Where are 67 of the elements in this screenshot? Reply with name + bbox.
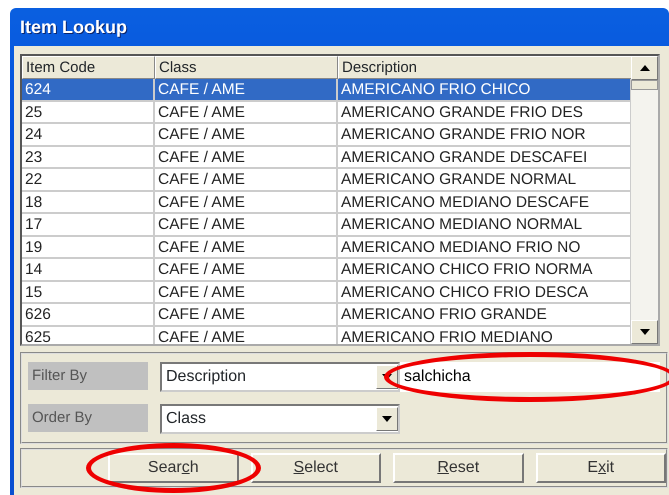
dialog-button[interactable]: Reset: [393, 453, 524, 483]
dropdown[interactable]: Class: [160, 404, 400, 434]
column-header[interactable]: Item Code: [22, 56, 155, 79]
table-cell: 14: [25, 261, 42, 278]
down-arrow-icon: [640, 329, 650, 335]
scroll-thumb[interactable]: [631, 80, 658, 90]
table-cell: AMERICANO GRANDE FRIO DES: [341, 104, 583, 120]
dialog-button[interactable]: Search: [108, 453, 238, 483]
table-row[interactable]: 17 CAFE / AME AMERICANO MEDIANO NORMAL: [22, 214, 632, 236]
table-cell: AMERICANO GRANDE FRIO NOR: [341, 126, 586, 143]
table-cell: 18: [25, 194, 42, 210]
caret-icon: [382, 416, 392, 422]
table-cell: AMERICANO MEDIANO NORMAL: [341, 216, 582, 233]
table-cell: 25: [25, 104, 42, 120]
table-row[interactable]: 22 CAFE / AME AMERICANO GRANDE NORMAL: [22, 169, 632, 192]
table-cell: AMERICANO FRIO GRANDE: [341, 306, 547, 323]
dropdown-button[interactable]: [376, 407, 398, 431]
table-row[interactable]: 24 CAFE / AME AMERICANO GRANDE FRIO NOR: [22, 124, 632, 146]
table-cell: CAFE / AME: [158, 81, 245, 98]
table-cell: CAFE / AME: [158, 126, 245, 143]
table-cell: AMERICANO GRANDE NORMAL: [341, 171, 576, 188]
table-row[interactable]: 18 CAFE / AME AMERICANO MEDIANO DESCAFE: [22, 192, 632, 214]
table-row[interactable]: 14 CAFE / AME AMERICANO CHICO FRIO NORMA: [22, 259, 632, 282]
dialog-button[interactable]: Exit: [536, 453, 666, 483]
table-cell: 22: [25, 171, 42, 188]
table-cell: AMERICANO MEDIANO FRIO NO: [341, 238, 580, 256]
table-cell: 17: [25, 216, 42, 233]
field-label: Order By: [28, 404, 148, 432]
window-title: Item Lookup: [19, 16, 128, 39]
table-cell: AMERICANO GRANDE DESCAFEI: [341, 148, 588, 166]
table-cell: 24: [25, 126, 42, 143]
table-cell: CAFE / AME: [158, 261, 245, 278]
table-cell: 19: [25, 238, 42, 256]
table-cell: 15: [25, 284, 42, 300]
table-cell: CAFE / AME: [158, 238, 245, 256]
table-cell: CAFE / AME: [158, 194, 245, 210]
table-cell: AMERICANO CHICO FRIO DESCA: [341, 284, 588, 300]
table-row[interactable]: 23 CAFE / AME AMERICANO GRANDE DESCAFEI: [22, 146, 632, 169]
scroll-down-button[interactable]: [631, 320, 658, 344]
scroll-up-button[interactable]: [631, 56, 658, 80]
table-row[interactable]: 25 CAFE / AME AMERICANO GRANDE FRIO DES: [22, 102, 632, 124]
table-row[interactable]: 15 CAFE / AME AMERICANO CHICO FRIO DESCA: [22, 282, 632, 304]
field-label: Filter By: [28, 362, 148, 390]
table-row[interactable]: 626 CAFE / AME AMERICANO FRIO GRANDE: [22, 304, 632, 326]
table-row[interactable]: 624 CAFE / AME AMERICANO FRIO CHICO: [22, 79, 632, 102]
table-cell: 624: [25, 81, 51, 98]
table-cell: 626: [25, 306, 51, 323]
table-cell: AMERICANO FRIO CHICO: [341, 81, 530, 98]
search-field[interactable]: salchicha: [400, 362, 660, 392]
column-header[interactable]: Class: [155, 56, 338, 79]
dialog-button[interactable]: Select: [250, 453, 381, 483]
table-row[interactable]: 19 CAFE / AME AMERICANO MEDIANO FRIO NO: [22, 236, 632, 259]
table-cell: CAFE / AME: [158, 216, 245, 233]
table-cell: CAFE / AME: [158, 328, 245, 344]
up-arrow-icon: [640, 65, 650, 71]
table-cell: CAFE / AME: [158, 104, 245, 120]
table-cell: CAFE / AME: [158, 171, 245, 188]
table-cell: AMERICANO FRIO MEDIANO: [341, 328, 553, 344]
table-cell: CAFE / AME: [158, 284, 245, 300]
table-cell: 23: [25, 148, 42, 166]
table-cell: CAFE / AME: [158, 148, 245, 166]
table-cell: CAFE / AME: [158, 306, 245, 323]
column-header[interactable]: Description: [338, 56, 632, 79]
scroll-bar[interactable]: [631, 56, 658, 344]
table-cell: 625: [25, 328, 51, 344]
table-cell: AMERICANO CHICO FRIO NORMA: [341, 261, 592, 278]
table-cell: AMERICANO MEDIANO DESCAFE: [341, 194, 590, 210]
